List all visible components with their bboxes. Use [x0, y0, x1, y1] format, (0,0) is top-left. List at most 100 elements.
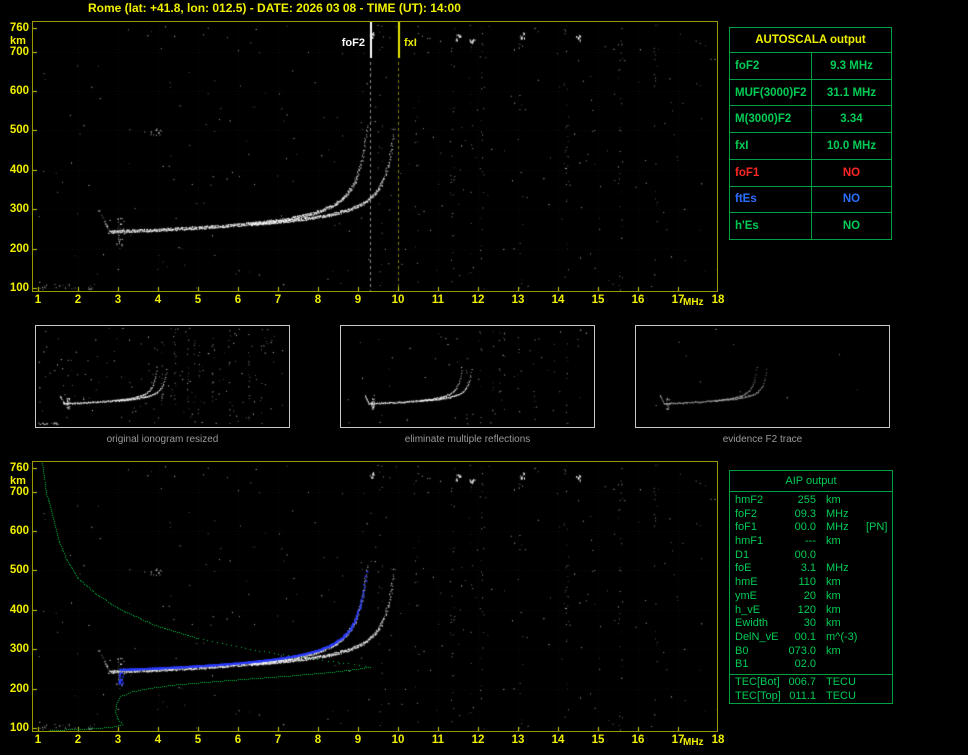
x-axis-tick-label: 9 — [354, 294, 362, 306]
parameter-flag — [862, 658, 892, 672]
parameter-value: 00.0 — [794, 548, 816, 561]
y-axis-tick-label: 100 — [9, 282, 29, 294]
parameter-unit: MHz — [826, 521, 849, 534]
ionogram-canvas — [33, 22, 717, 291]
y-axis-tick-label: 760 — [9, 462, 29, 474]
parameter-label: ftEs — [730, 186, 812, 213]
parameter-label: hmF1 — [735, 535, 764, 548]
parameter-flag: [PN] — [866, 521, 888, 534]
thumbnail-reflections-canvas — [341, 326, 594, 427]
parameter-label: TEC[Bot] — [735, 675, 780, 688]
aip-row: B0 073.0 km — [730, 645, 892, 659]
y-axis-tick-label: 300 — [9, 203, 29, 216]
parameter-unit: km — [826, 576, 841, 589]
parameter-label: M(3000)F2 — [730, 106, 812, 133]
x-axis-tick-label: 2 — [74, 294, 82, 306]
x-axis-tick-label: 8 — [314, 734, 322, 746]
autoscala-row: MUF(3000)F2 31.1 MHz — [730, 78, 891, 106]
thumbnail-f2-trace — [635, 325, 890, 428]
parameter-flag — [862, 576, 892, 590]
parameter-value: 120 — [797, 603, 816, 616]
parameter-value: 30 — [803, 617, 816, 630]
parameter-label: foF2 — [735, 507, 758, 520]
parameter-value: NO — [842, 166, 861, 179]
parameter-label: ymE — [735, 589, 757, 602]
aip-row: foE 3.1 MHz — [730, 562, 892, 576]
fof2-marker-label: foF2 — [341, 37, 365, 49]
parameter-value: 3.1 — [800, 562, 816, 575]
y-axis-tick-label: 200 — [9, 682, 29, 695]
parameter-label: fxI — [730, 133, 812, 159]
parameter-value: 3.34 — [840, 113, 863, 126]
parameter-flag — [862, 645, 892, 659]
aip-row: hmF2 255 km — [730, 494, 892, 508]
x-axis-tick-label: 1 — [34, 734, 42, 746]
parameter-label: foF1 — [730, 159, 812, 186]
x-axis-tick-label: 4 — [154, 294, 162, 306]
parameter-value: NO — [842, 220, 861, 233]
x-axis-tick-label: 18 — [711, 734, 725, 746]
x-axis-tick-label: 5 — [194, 294, 202, 306]
y-axis-tick-label: 700 — [9, 485, 29, 498]
x-axis-tick-label: 12 — [471, 294, 485, 306]
parameter-unit: km — [826, 494, 841, 506]
y-axis-tick-label: 760 — [9, 22, 29, 34]
x-axis-tick-label: 16 — [631, 294, 645, 306]
x-axis-tick-label: 13 — [511, 294, 525, 306]
parameter-value: 255 — [797, 494, 816, 506]
thumbnail-multiple-reflections — [340, 325, 595, 428]
autoscala-row: foF2 9.3 MHz — [730, 52, 891, 79]
parameter-label: h'Es — [730, 213, 812, 240]
parameter-value: 9.3 MHz — [830, 59, 873, 72]
parameter-label: hmF2 — [735, 494, 764, 506]
x-axis-tick-label: 5 — [194, 734, 202, 746]
fxi-marker-label: fxI — [404, 37, 417, 49]
parameter-label: TEC[Top] — [735, 689, 781, 702]
thumbnail-original-canvas — [36, 326, 289, 427]
parameter-value: NO — [842, 193, 861, 206]
parameter-label: MUF(3000)F2 — [730, 79, 812, 106]
parameter-value: 011.1 — [789, 689, 816, 702]
x-axis-tick-label: 9 — [354, 734, 362, 746]
autoscala-row: foF1 NO — [730, 158, 891, 186]
parameter-unit — [816, 658, 862, 672]
y-axis-tick-label: 600 — [9, 85, 29, 98]
y-axis-tick-label: 300 — [9, 643, 29, 656]
aip-row: hmF1 --- km — [730, 535, 892, 549]
y-axis-tick-label: 600 — [9, 525, 29, 538]
x-axis-tick-label: 8 — [314, 294, 322, 306]
thumbnail-f2-canvas — [636, 326, 889, 427]
x-axis-tick-label: 7 — [274, 294, 282, 306]
parameter-flag — [862, 604, 892, 618]
aip-row: B1 02.0 — [730, 658, 892, 672]
parameter-value: 10.0 MHz — [826, 140, 877, 153]
parameter-unit: TECU — [826, 689, 856, 702]
thumbnail-caption-original: original ionogram resized — [106, 434, 219, 445]
x-axis-tick-label: 3 — [114, 734, 122, 746]
parameter-label: hmE — [735, 576, 758, 589]
parameter-flag — [862, 590, 892, 604]
aip-row: foF1 00.0 MHz [PN] — [730, 521, 892, 535]
parameter-label: B0 — [735, 644, 749, 657]
x-axis-tick-label: 4 — [154, 734, 162, 746]
tec-separator — [730, 673, 892, 675]
parameter-label: D1 — [735, 548, 750, 561]
autoscala-table-title: AUTOSCALA output — [755, 34, 866, 46]
x-axis-tick-label: 6 — [234, 734, 242, 746]
parameter-unit: m^(-3) — [826, 630, 858, 643]
station-date-header: Rome (lat: +41.8, lon: 012.5) - DATE: 20… — [88, 1, 461, 15]
x-axis-tick-label: 6 — [234, 294, 242, 306]
x-axis-tick-label: 15 — [591, 734, 605, 746]
autoscala-output-table: AUTOSCALA output foF2 9.3 MHz MUF(3000)F2 3… — [729, 27, 892, 240]
y-axis-tick-label: 400 — [9, 603, 29, 616]
x-axis-tick-label: 10 — [391, 734, 405, 746]
aip-row: ymE 20 km — [730, 590, 892, 604]
profile-panel — [32, 461, 718, 732]
x-axis-tick-label: 13 — [511, 734, 525, 746]
x-axis-tick-label: 11 — [431, 294, 445, 306]
parameter-flag — [862, 494, 892, 508]
parameter-flag — [862, 617, 892, 631]
x-axis-tick-label: 14 — [551, 734, 565, 746]
aip-rows-container: hmF2 255 km foF2 09.3 MHz foF1 00.0 MHz [PN] hmF1 -… — [730, 492, 892, 703]
x-axis-tick-label: 10 — [391, 294, 405, 306]
